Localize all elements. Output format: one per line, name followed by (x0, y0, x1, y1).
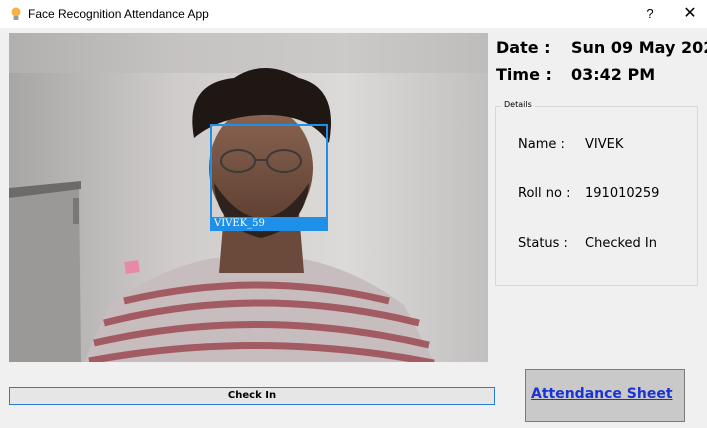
name-label: Name : (518, 137, 565, 152)
check-in-button[interactable]: Check In (9, 387, 495, 405)
attendance-sheet-link[interactable]: Attendance Sheet (531, 386, 673, 402)
time-value: 03:42 PM (571, 65, 656, 84)
title-bar: Face Recognition Attendance App ? ✕ (0, 0, 707, 28)
status-value: Checked In (585, 236, 657, 251)
face-label: VIVEK_59 (210, 217, 328, 231)
close-button[interactable]: ✕ (680, 3, 700, 25)
attendance-sheet-button[interactable]: Attendance Sheet (525, 369, 685, 422)
lightbulb-icon (10, 7, 22, 21)
name-value: VIVEK (585, 137, 624, 152)
help-button[interactable]: ? (640, 3, 660, 25)
time-label: Time : (496, 65, 552, 84)
roll-label: Roll no : (518, 186, 571, 201)
window-title: Face Recognition Attendance App (28, 7, 209, 21)
camera-feed: VIVEK_59 (9, 33, 488, 362)
face-detection-box (210, 124, 328, 221)
date-label: Date : (496, 38, 551, 57)
details-group-title: Details (501, 100, 535, 109)
status-label: Status : (518, 236, 568, 251)
roll-value: 191010259 (585, 186, 660, 201)
date-value: Sun 09 May 2021 (571, 38, 707, 57)
